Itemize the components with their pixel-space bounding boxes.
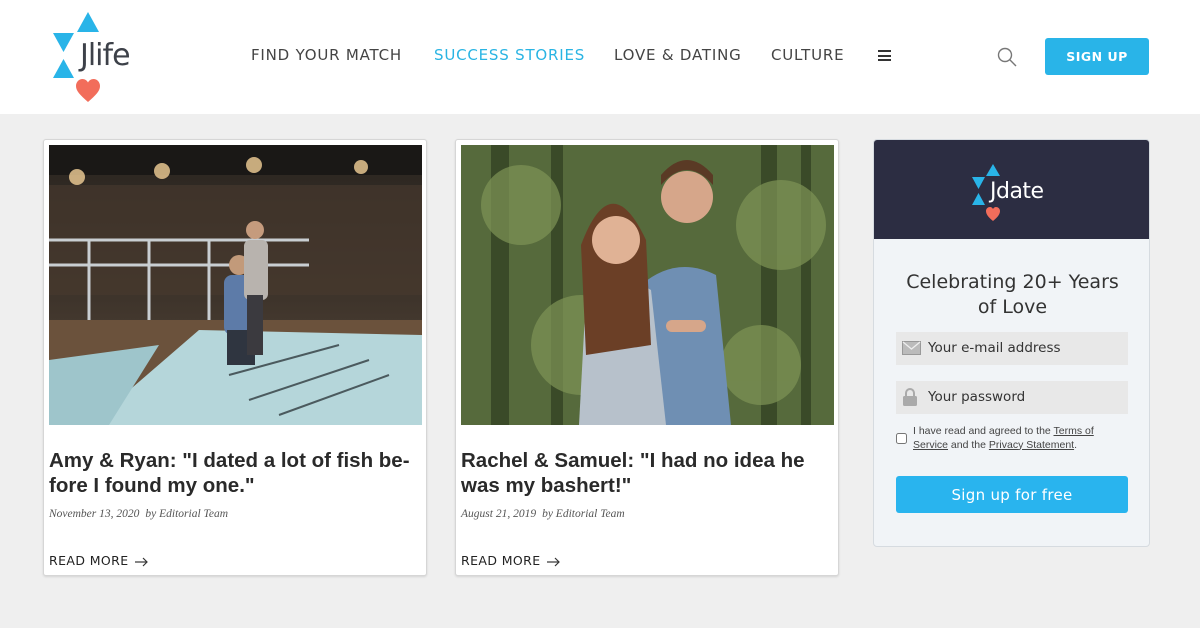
story-title[interactable]: Amy & Ryan: "I dated a lot of fish be-fo… [49,448,419,498]
password-field[interactable]: Your password [896,381,1128,414]
jdate-banner: Jdate [874,140,1149,239]
read-more-link[interactable]: READ MORE [461,553,561,568]
story-date: August 21, 2019 [461,508,537,520]
nav-success-stories[interactable]: SUCCESS STORIES [434,46,585,64]
story-author: by Editorial Team [145,508,229,520]
email-placeholder: Your e-mail address [928,340,1061,356]
jdate-logo-text: Jdate [990,179,1044,204]
jlife-logo[interactable]: Jlife [50,12,160,104]
lock-icon [903,388,917,406]
nav-love-dating[interactable]: LOVE & DATING [614,46,742,64]
heart-icon [76,79,100,102]
privacy-statement-link[interactable]: Privacy Statement [989,439,1074,451]
jdate-signup-widget: Jdate Celebrating 20+ Years of Love Your… [873,139,1150,547]
search-icon[interactable] [996,46,1018,68]
story-date: November 13, 2020 [49,508,140,520]
sign-up-free-button[interactable]: Sign up for free [896,476,1128,513]
hamburger-menu-icon[interactable] [878,50,891,61]
heart-icon [986,207,1000,221]
story-meta: November 13, 2020 by Editorial Team [49,508,228,520]
logo-text: Jlife [80,38,131,73]
terms-checkbox[interactable] [896,433,907,444]
site-header: Jlife FIND YOUR MATCH SUCCESS STORIES LO… [0,0,1200,114]
nav-culture[interactable]: CULTURE [771,46,844,64]
email-field[interactable]: Your e-mail address [896,332,1128,365]
envelope-icon [902,341,921,355]
story-photo-amy-ryan[interactable] [49,145,422,425]
nav-find-your-match[interactable]: FIND YOUR MATCH [251,46,402,64]
password-placeholder: Your password [928,389,1026,405]
terms-text: I have read and agreed to the Terms of S… [913,425,1094,451]
story-author: by Editorial Team [542,508,625,520]
read-more-link[interactable]: READ MORE [49,553,149,568]
arrow-right-icon [546,557,560,566]
read-more-label: READ MORE [461,553,541,568]
arrow-right-icon [134,557,148,566]
read-more-label: READ MORE [49,553,129,568]
widget-title: Celebrating 20+ Years of Love [906,271,1119,318]
story-photo-rachel-samuel[interactable] [461,145,834,425]
story-card: Rachel & Samuel: "I had no idea he was m… [455,139,839,576]
sign-up-button[interactable]: SIGN UP [1045,38,1149,75]
story-card: Amy & Ryan: "I dated a lot of fish be-fo… [43,139,427,576]
story-title[interactable]: Rachel & Samuel: "I had no idea he was m… [461,448,831,498]
story-meta: August 21, 2019 by Editorial Team [461,508,625,520]
